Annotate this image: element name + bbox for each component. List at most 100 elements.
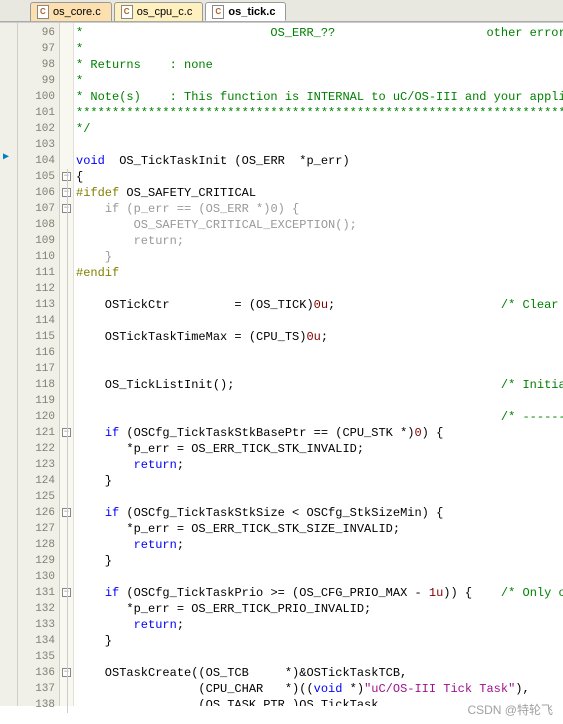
code-line[interactable]: * Returns : none (76, 57, 563, 73)
code-line[interactable] (76, 281, 563, 297)
line-number: 128 (18, 537, 55, 553)
fold-guide (60, 297, 73, 313)
code-line[interactable] (76, 361, 563, 377)
code-line[interactable]: *p_err = OS_ERR_TICK_STK_SIZE_INVALID; (76, 521, 563, 537)
line-number: 103 (18, 137, 55, 153)
breakpoint-margin[interactable]: ▶ (0, 23, 18, 706)
line-number: 127 (18, 521, 55, 537)
line-number: 113 (18, 297, 55, 313)
code-line[interactable]: *p_err = OS_ERR_TICK_PRIO_INVALID; (76, 601, 563, 617)
fold-toggle-icon[interactable]: − (60, 201, 73, 217)
fold-toggle-icon[interactable]: − (60, 505, 73, 521)
fold-guide (60, 393, 73, 409)
line-number: 130 (18, 569, 55, 585)
code-line[interactable]: OSTickTaskTimeMax = (CPU_TS)0u; (76, 329, 563, 345)
fold-toggle-icon[interactable]: − (60, 665, 73, 681)
code-line[interactable]: { (76, 169, 563, 185)
code-line[interactable]: OSTickCtr = (OS_TICK)0u; /* Clear t (76, 297, 563, 313)
line-number: 100 (18, 89, 55, 105)
code-line[interactable]: } (76, 633, 563, 649)
line-number: 119 (18, 393, 55, 409)
code-line[interactable]: * Note(s) : This function is INTERNAL to… (76, 89, 563, 105)
fold-toggle-icon[interactable]: − (60, 185, 73, 201)
line-number: 112 (18, 281, 55, 297)
tab-os_core-c[interactable]: os_core.c (30, 2, 112, 21)
code-line[interactable]: void OS_TickTaskInit (OS_ERR *p_err) (76, 153, 563, 169)
code-line[interactable]: ****************************************… (76, 105, 563, 121)
line-number: 123 (18, 457, 55, 473)
code-line[interactable]: } (76, 473, 563, 489)
code-line[interactable] (76, 393, 563, 409)
fold-guide (60, 633, 73, 649)
fold-guide (60, 681, 73, 697)
line-number: 114 (18, 313, 55, 329)
fold-guide (60, 233, 73, 249)
line-number: 110 (18, 249, 55, 265)
fold-guide (60, 441, 73, 457)
code-line[interactable]: } (76, 249, 563, 265)
code-line[interactable] (76, 569, 563, 585)
line-number: 121 (18, 425, 55, 441)
file-c-icon (212, 5, 224, 19)
tab-os_tick-c[interactable]: os_tick.c (205, 2, 286, 21)
fold-toggle-icon[interactable]: − (60, 169, 73, 185)
line-number: 125 (18, 489, 55, 505)
tab-os_cpu_c-c[interactable]: os_cpu_c.c (114, 2, 204, 21)
fold-toggle-icon[interactable]: − (60, 585, 73, 601)
code-line[interactable]: return; (76, 537, 563, 553)
code-line[interactable]: *p_err = OS_ERR_TICK_STK_INVALID; (76, 441, 563, 457)
code-line[interactable]: return; (76, 617, 563, 633)
fold-guide (60, 265, 73, 281)
code-line[interactable]: (CPU_CHAR *)((void *)"uC/OS-III Tick Tas… (76, 681, 563, 697)
tab-label: os_cpu_c.c (137, 6, 193, 18)
code-area[interactable]: * OS_ERR_?? other error code** Returns :… (74, 23, 563, 706)
line-number: 138 (18, 697, 55, 713)
fold-guide (60, 377, 73, 393)
code-line[interactable]: * (76, 73, 563, 89)
code-line[interactable] (76, 313, 563, 329)
code-line[interactable] (76, 489, 563, 505)
line-number: 132 (18, 601, 55, 617)
line-number: 108 (18, 217, 55, 233)
code-line[interactable]: /* ------- (76, 409, 563, 425)
line-number: 107 (18, 201, 55, 217)
code-line[interactable]: } (76, 553, 563, 569)
fold-guide (60, 409, 73, 425)
code-line[interactable]: if (OSCfg_TickTaskStkBasePtr == (CPU_STK… (76, 425, 563, 441)
code-line[interactable]: if (OSCfg_TickTaskStkSize < OSCfg_StkSiz… (76, 505, 563, 521)
code-line[interactable]: * (76, 41, 563, 57)
code-line[interactable]: if (OSCfg_TickTaskPrio >= (OS_CFG_PRIO_M… (76, 585, 563, 601)
fold-guide (60, 457, 73, 473)
code-line[interactable] (76, 345, 563, 361)
code-line[interactable]: if (p_err == (OS_ERR *)0) { (76, 201, 563, 217)
tab-label: os_tick.c (228, 6, 275, 18)
tab-bar: os_core.c os_cpu_c.c os_tick.c (0, 0, 563, 22)
fold-empty (60, 41, 73, 57)
code-line[interactable] (76, 649, 563, 665)
code-line[interactable]: OSTaskCreate((OS_TCB *)&OSTickTaskTCB, (76, 665, 563, 681)
line-number: 124 (18, 473, 55, 489)
line-number: 106 (18, 185, 55, 201)
file-c-icon (121, 5, 133, 19)
fold-column[interactable]: −−−−−−− (60, 23, 74, 706)
code-line[interactable]: */ (76, 121, 563, 137)
code-line[interactable] (76, 137, 563, 153)
line-number: 120 (18, 409, 55, 425)
code-line[interactable]: OS_TickListInit(); /* Initial (76, 377, 563, 393)
code-line[interactable]: return; (76, 233, 563, 249)
line-number: 98 (18, 57, 55, 73)
code-line[interactable]: #ifdef OS_SAFETY_CRITICAL (76, 185, 563, 201)
breakpoint-marker-icon[interactable]: ▶ (3, 151, 20, 163)
line-number: 115 (18, 329, 55, 345)
code-line[interactable]: #endif (76, 265, 563, 281)
fold-guide (60, 521, 73, 537)
code-editor[interactable]: ▶ 96979899100101102103104105106107108109… (0, 22, 563, 706)
code-line[interactable]: OS_SAFETY_CRITICAL_EXCEPTION(); (76, 217, 563, 233)
fold-empty (60, 153, 73, 169)
fold-guide (60, 473, 73, 489)
code-line[interactable]: * OS_ERR_?? other error code (76, 25, 563, 41)
fold-guide (60, 569, 73, 585)
line-number: 131 (18, 585, 55, 601)
code-line[interactable]: return; (76, 457, 563, 473)
fold-toggle-icon[interactable]: − (60, 425, 73, 441)
